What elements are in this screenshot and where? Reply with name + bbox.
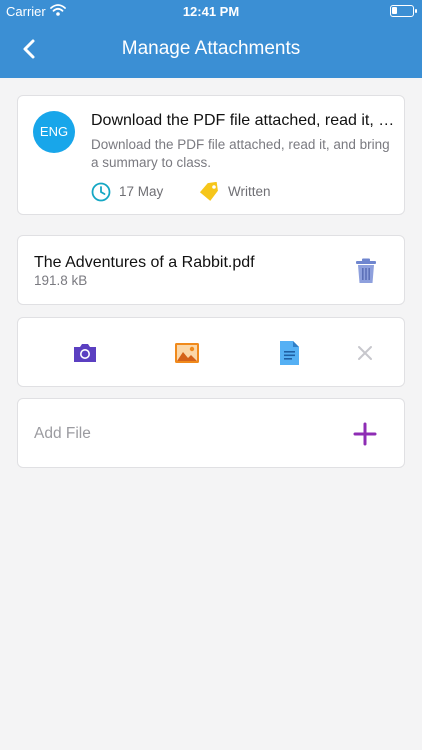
subject-badge: ENG xyxy=(33,111,75,153)
trash-icon[interactable] xyxy=(355,258,377,284)
assignment-title: Download the PDF file attached, read it,… xyxy=(91,112,396,129)
attachment-size: 191.8 kB xyxy=(34,273,88,288)
document-icon[interactable] xyxy=(275,339,303,367)
plus-icon[interactable] xyxy=(353,422,377,446)
camera-icon[interactable] xyxy=(71,339,99,367)
add-file-row[interactable]: Add File xyxy=(17,398,405,468)
assignment-description: Download the PDF file attached, read it,… xyxy=(91,137,390,170)
assignment-card[interactable]: ENG Download the PDF file attached, read… xyxy=(17,95,405,215)
close-icon[interactable] xyxy=(351,339,379,367)
attachment-item[interactable]: The Adventures of a Rabbit.pdf 191.8 kB xyxy=(17,235,405,305)
clock-icon xyxy=(91,182,111,202)
attachment-actions xyxy=(17,317,405,387)
status-time: 12:41 PM xyxy=(182,4,240,19)
tag-icon xyxy=(199,182,218,201)
assignment-type: Written xyxy=(228,184,271,199)
due-date: 17 May xyxy=(119,184,164,199)
battery-icon xyxy=(390,5,417,17)
status-bar: Carrier 12:41 PM xyxy=(0,0,422,22)
page-title: Manage Attachments xyxy=(121,38,301,59)
attachment-name: The Adventures of a Rabbit.pdf xyxy=(34,254,255,271)
app-header: Carrier 12:41 PM Manage Attachments xyxy=(0,0,422,78)
add-file-label: Add File xyxy=(34,425,91,442)
image-icon[interactable] xyxy=(173,339,201,367)
